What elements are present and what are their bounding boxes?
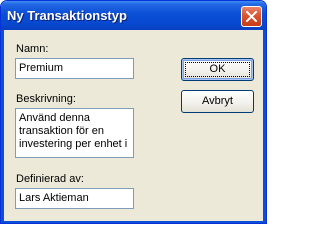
name-input[interactable]: Premium <box>15 58 134 79</box>
cancel-button[interactable]: Avbryt <box>181 90 254 113</box>
window-title: Ny Transaktionstyp <box>7 8 127 23</box>
dialog-window: Ny Transaktionstyp Namn: Premium Beskriv… <box>0 0 267 224</box>
description-textarea[interactable]: Använd denna transaktion för en invester… <box>15 108 134 158</box>
ok-button[interactable]: OK <box>181 58 254 81</box>
focus-rectangle <box>185 62 250 77</box>
cancel-button-label: Avbryt <box>202 95 233 107</box>
title-bar[interactable]: Ny Transaktionstyp <box>1 1 266 30</box>
defined-by-input[interactable]: Lars Aktieman <box>15 188 134 209</box>
close-button[interactable] <box>241 6 262 27</box>
close-icon <box>246 11 257 22</box>
name-label: Namn: <box>16 43 49 55</box>
description-label: Beskrivning: <box>16 93 76 105</box>
defined-by-label: Definierad av: <box>16 173 84 185</box>
